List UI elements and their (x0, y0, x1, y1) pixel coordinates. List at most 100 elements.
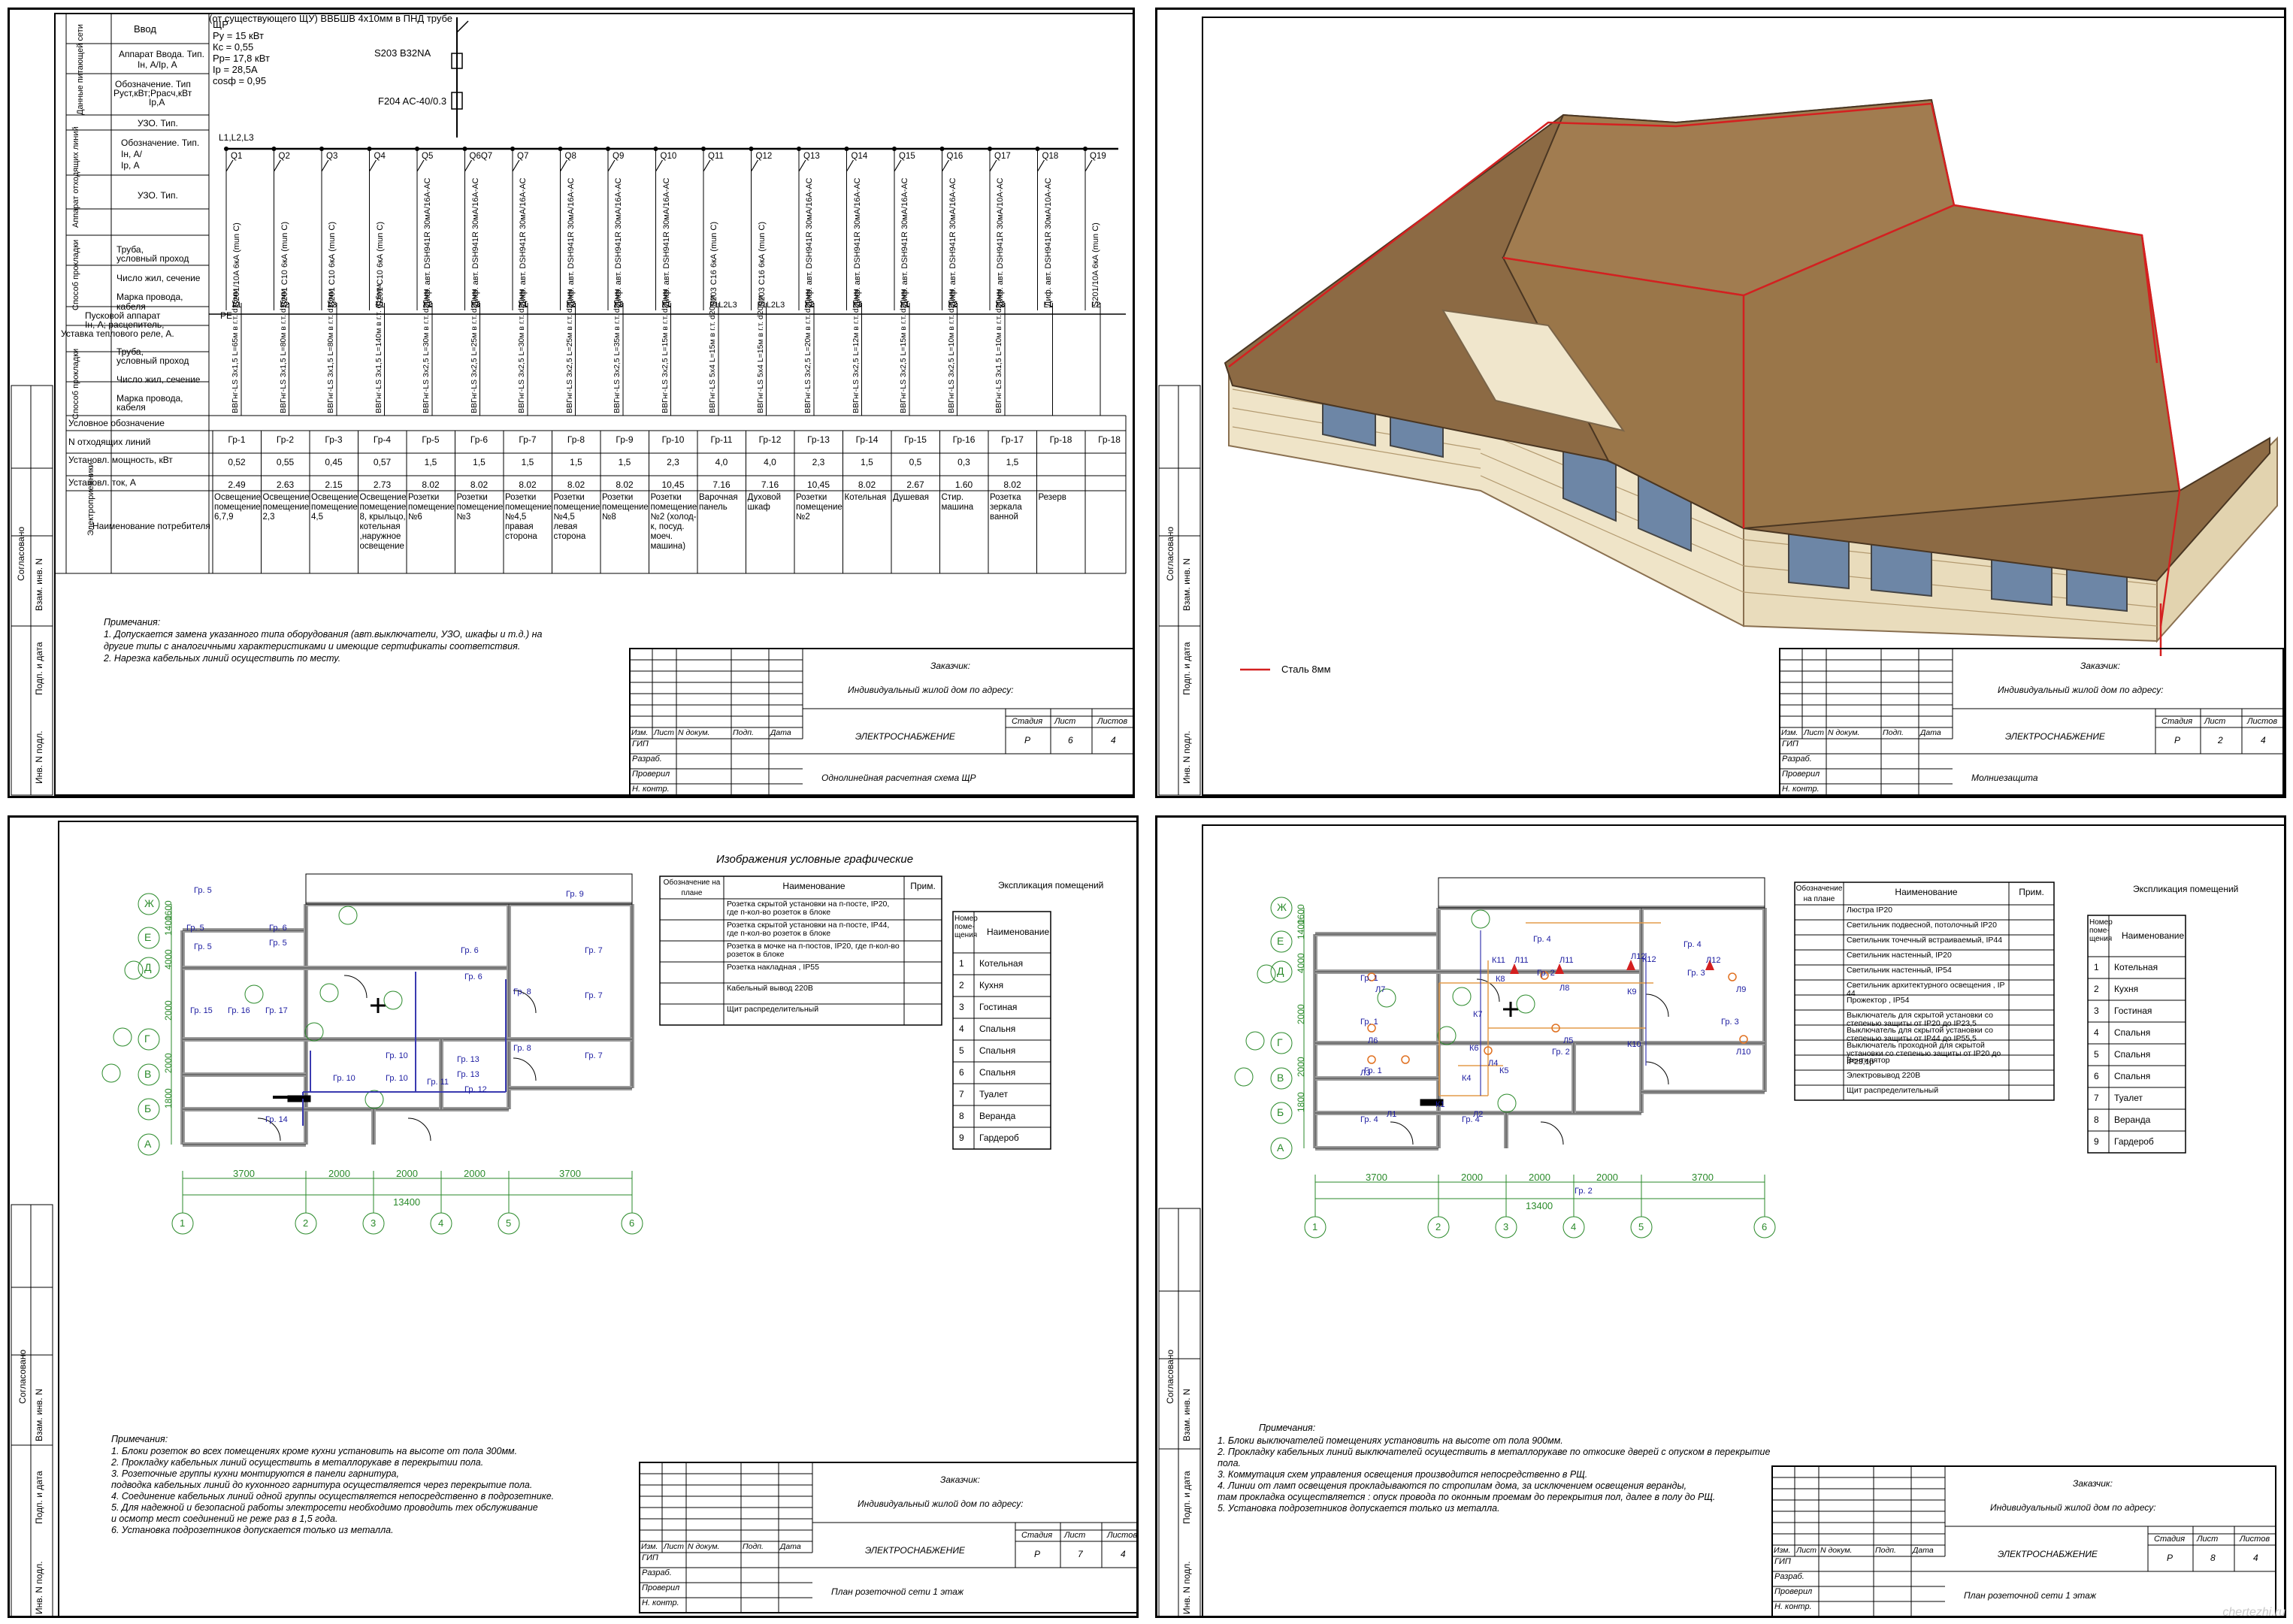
stamp-row: Н. контр. (632, 785, 670, 794)
room-number: 9 (2094, 1136, 2099, 1147)
axis-letter: Б (1277, 1106, 1284, 1118)
socket-group-label: Гр. 8 (513, 987, 531, 996)
breaker-label: Q1 (231, 152, 243, 161)
consumer-name: Розетки помещение №6 (408, 493, 455, 522)
installed-power: 0,57 (373, 457, 392, 467)
breaker-device: Диф. авт. DSH941R 30мА/10А-АС (996, 177, 1005, 307)
axis-number: 4 (1571, 1221, 1577, 1232)
row-label: N отходящих линий (68, 437, 151, 447)
cable-label: ВВГнг-LS 3х1,5 L=80м в г.т. d16мм (326, 289, 335, 413)
axis-letter: В (1277, 1072, 1284, 1084)
legend-col: Прим. (2019, 887, 2044, 897)
socket-group-label: Гр. 17 (265, 1006, 288, 1015)
consumer-name: Розетки помещение №2 (холод-к, посуд. мо… (650, 493, 697, 551)
lighting-label: Л2 (1473, 1110, 1484, 1119)
room-name: Котельная (2114, 962, 2158, 972)
lighting-label: Гр. 2 (1552, 1048, 1570, 1057)
side-strip (1158, 1208, 1201, 1616)
cable-label: ВВГнг-LS 3х2,5 L=12м в г.т. d20мм (851, 289, 861, 413)
room-number-bubble (1452, 987, 1472, 1006)
breaker-label: Q12 (755, 152, 773, 161)
breaker-label: Q13 (803, 152, 820, 161)
installed-current: 8.02 (470, 479, 489, 490)
note-line: 1. Блоки розеток во всех помещениях кром… (111, 1446, 518, 1456)
lighting-label: Л4 (1488, 1059, 1499, 1068)
consumer-name: Резерв (1038, 493, 1066, 502)
room-name: Веранда (979, 1111, 1016, 1121)
installed-current: 2.63 (276, 479, 295, 490)
installed-current: 8.02 (858, 479, 876, 490)
room-name: Котельная (979, 958, 1024, 969)
stamp-col: Лист (664, 1542, 685, 1551)
socket-group-label: Гр. 5 (194, 942, 212, 951)
installed-current: 8.02 (616, 479, 634, 490)
cable-label: ВВГнг-LS 5х4 L=15м в г.т. d20мм (755, 295, 765, 413)
stamp-col: N докум. (1828, 728, 1860, 737)
door-swing (513, 1057, 537, 1081)
installed-current: 2.73 (373, 479, 392, 490)
lighting-label: Л5 (1563, 1036, 1574, 1045)
socket-group-label: Гр. 6 (461, 946, 479, 955)
header-label: Аппарат Ввода. Тип. (119, 49, 204, 59)
note-line: подводка кабельных линий до кухонного га… (111, 1480, 533, 1490)
lighting-label: Гр. 4 (1533, 935, 1551, 944)
stamp-head: Стадия (1021, 1531, 1053, 1540)
note-line: пола. (1218, 1458, 1242, 1468)
sheet-single-line-diagram: Согласовано Взам. инв. N Подп. и дата Ин… (8, 8, 1135, 798)
note-line: 6. Установка подрозетников допускается т… (111, 1525, 394, 1535)
stamp-sheet-count: 4 (2261, 735, 2266, 745)
installed-power: 4,0 (715, 457, 728, 467)
group-number: Гр-8 (567, 434, 585, 445)
stamp-col: Дата (1913, 1546, 1934, 1555)
legend-row-text: Щит распределительный (1847, 1086, 1939, 1095)
stamp-section: ЭЛЕКТРОСНАБЖЕНИЕ (865, 1545, 965, 1556)
axis-number: 2 (303, 1217, 309, 1229)
stamp-col: N докум. (678, 728, 710, 737)
axis-letter: Б (144, 1102, 152, 1114)
stamp-stage: Р (1034, 1549, 1041, 1559)
sheet-lighting-plan: Согласовано Взам. инв. N Подп. и дата Ин… (1155, 815, 2286, 1618)
header-label: УЗО. Тип. (138, 118, 178, 129)
cable-label: ВВГнг-LS 3х2,5 L=35м в г.т. d20мм (613, 289, 622, 413)
lighting-label: Гр. 2 (1537, 969, 1555, 978)
socket-group-label: Гр. 13 (457, 1055, 479, 1064)
lighting-label: Гр. 2 (1575, 1187, 1593, 1196)
axis-letter: Е (1277, 935, 1284, 947)
room-name: Гардероб (979, 1133, 1019, 1143)
header-label: Iр,А (149, 97, 165, 107)
group-number: Гр-6 (470, 434, 489, 445)
installed-power: 2,3 (812, 457, 825, 467)
lighting-label: К7 (1473, 1010, 1483, 1019)
axis-letter: В (144, 1068, 152, 1080)
cable-label: ВВГнг-LS 3х2,5 L=10м в г.т. d20мм (946, 289, 956, 413)
sheet-socket-plan: Согласовано Взам. инв. N Подп. и дата Ин… (8, 815, 1139, 1618)
header-label: условный проход (116, 355, 189, 366)
lighting-label: Л10 (1736, 1048, 1751, 1057)
socket-group-label: Гр. 5 (194, 886, 212, 895)
stamp-row: ГИП (1774, 1557, 1791, 1566)
axis-letter: Г (1277, 1036, 1283, 1048)
note-line: там прокладка осуществляется : опуск про… (1218, 1492, 1716, 1502)
stamp-row: ГИП (632, 739, 649, 748)
stamp-object: Индивидуальный жилой дом по адресу: (1990, 1502, 2156, 1513)
installed-power: 0,45 (325, 457, 343, 467)
input-cable-label: (от существующего ЩУ) ВВБШВ 4х10мм в ПНД… (209, 13, 453, 24)
lighting-label: Л11 (1514, 956, 1529, 965)
dimension-value: 2000 (1296, 1057, 1306, 1077)
room-number: 3 (2094, 1006, 2099, 1016)
socket-group-label: Гр. 5 (269, 939, 287, 948)
installed-power: 1,5 (618, 457, 631, 467)
legend-row-text: Светильник точечный встраиваемый, IP44 (1847, 936, 2003, 945)
breaker-device: S201/10A 6кА (mun C) (1091, 222, 1100, 307)
note-line: другие типы с аналогичными характеристик… (104, 641, 521, 652)
lighting-label: К10 (1627, 1040, 1641, 1049)
installed-current: 10,45 (806, 479, 830, 490)
dimension-value: 2000 (1461, 1172, 1483, 1183)
note-line: 2. Прокладку кабельных линий осуществить… (111, 1457, 484, 1468)
dimension-total: 13400 (393, 1196, 421, 1208)
stamp-col: Подп. (1883, 728, 1904, 737)
house-3d-render (1158, 17, 2284, 796)
note-line: 3. Коммутация схем управления освещения … (1218, 1469, 1588, 1480)
legend-row-text: Вентилятор (1847, 1056, 1890, 1065)
cable-label: ВВГнг-LS 3х1,5 L=140м в г.т. d16мм (374, 284, 383, 413)
